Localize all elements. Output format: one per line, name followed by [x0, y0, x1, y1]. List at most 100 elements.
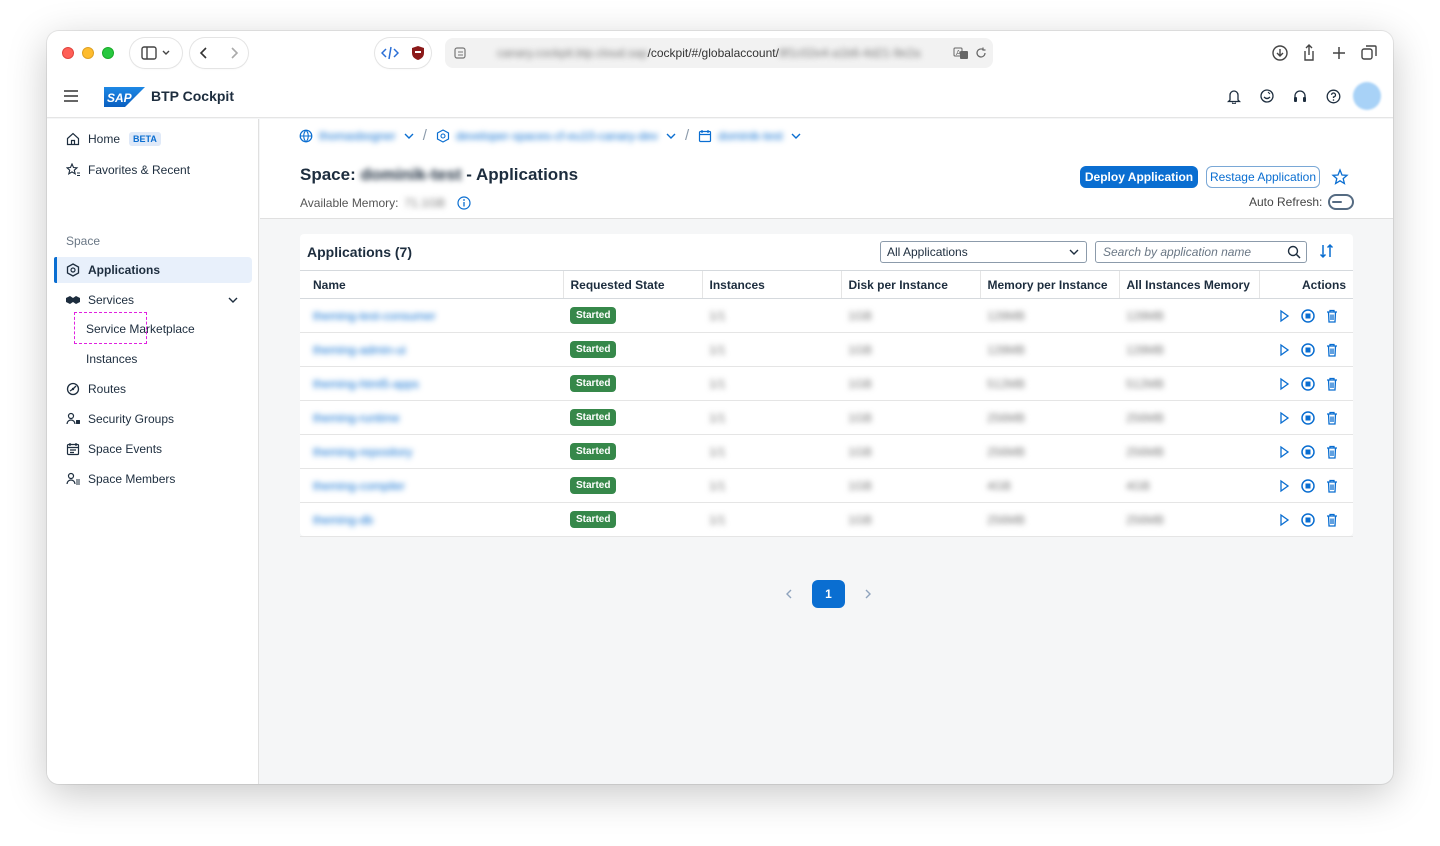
info-icon[interactable] [457, 196, 471, 210]
column-header-all-instances-memory[interactable]: All Instances Memory [1118, 270, 1259, 299]
applications-table-title: Applications (7) [307, 244, 413, 260]
application-filter-select[interactable]: All Applications [880, 241, 1087, 263]
start-icon[interactable] [1276, 478, 1292, 494]
start-icon[interactable] [1276, 308, 1292, 324]
browser-toolbar: canary.cockpit.btp.cloud.sap /cockpit/#/… [47, 31, 1393, 75]
support-headset-icon[interactable] [1293, 89, 1307, 104]
stop-icon[interactable] [1300, 308, 1316, 324]
back-icon[interactable] [196, 45, 212, 61]
page-settings-icon[interactable] [453, 46, 467, 60]
nav-item-home[interactable]: Home BETA [54, 126, 252, 152]
nav-item-security-groups[interactable]: Security Groups [54, 406, 252, 432]
forward-icon[interactable] [226, 45, 242, 61]
nav-item-applications[interactable]: Applications [54, 257, 252, 283]
address-bar[interactable]: canary.cockpit.btp.cloud.sap /cockpit/#/… [445, 38, 993, 68]
application-search-input[interactable]: Search by application name [1095, 241, 1307, 263]
nav-item-space-members[interactable]: Space Members [54, 466, 252, 492]
joule-assistant-icon[interactable] [1259, 89, 1275, 104]
table-row[interactable]: theming-admin-ui Started 1/1 1GB 128MB 128MB [300, 332, 1353, 367]
globe-icon [299, 129, 313, 143]
column-header-memory-per-instance[interactable]: Memory per Instance [979, 270, 1119, 299]
table-row[interactable]: theming-test-consumer Started 1/1 1GB 128MB 1… [300, 298, 1353, 333]
minimize-window-button[interactable] [82, 47, 94, 59]
start-icon[interactable] [1276, 410, 1292, 426]
breadcrumb-global-account[interactable]: thomasbogner [319, 129, 396, 143]
stop-icon[interactable] [1300, 512, 1316, 528]
start-icon[interactable] [1276, 376, 1292, 392]
search-icon[interactable] [1287, 245, 1301, 259]
zoom-window-button[interactable] [102, 47, 114, 59]
actions-cell [1259, 468, 1353, 503]
breadcrumb-space[interactable]: dominik-test [718, 129, 783, 143]
previous-page-button[interactable] [782, 587, 796, 601]
app-name-link[interactable]: theming-repository [300, 434, 563, 469]
app-name-link[interactable]: theming-compiler [300, 468, 563, 503]
shield-icon[interactable] [411, 45, 425, 61]
delete-icon[interactable] [1324, 444, 1340, 460]
breadcrumb-subaccount[interactable]: developer-spaces-cf-eu10-canary-dev [456, 129, 658, 143]
nav-item-space-events[interactable]: Space Events [54, 436, 252, 462]
delete-icon[interactable] [1324, 342, 1340, 358]
code-icon[interactable] [381, 45, 399, 61]
start-icon[interactable] [1276, 444, 1292, 460]
downloads-icon[interactable] [1270, 43, 1290, 63]
delete-icon[interactable] [1324, 376, 1340, 392]
delete-icon[interactable] [1324, 512, 1340, 528]
app-name-link[interactable]: theming-html5-apps [300, 366, 563, 401]
nav-item-services[interactable]: Services [54, 287, 252, 313]
sidebar-toggle-button[interactable] [130, 38, 182, 68]
chevron-down-icon[interactable] [404, 132, 414, 140]
app-name-link[interactable]: theming-admin-ui [300, 332, 563, 367]
nav-item-favorites[interactable]: Favorites & Recent [54, 157, 252, 183]
delete-icon[interactable] [1324, 410, 1340, 426]
tab-overview-icon[interactable] [1359, 43, 1379, 63]
table-row[interactable]: theming-repository Started 1/1 1GB 256MB 256M… [300, 434, 1353, 469]
stop-icon[interactable] [1300, 342, 1316, 358]
nav-space-members-label: Space Members [88, 472, 176, 486]
start-icon[interactable] [1276, 512, 1292, 528]
table-row[interactable]: theming-html5-apps Started 1/1 1GB 512MB 512M… [300, 366, 1353, 401]
table-row[interactable]: theming-runtime Started 1/1 1GB 256MB 256MB [300, 400, 1353, 435]
reload-icon[interactable] [975, 47, 987, 59]
sap-logo[interactable]: SAP [104, 87, 145, 107]
app-name-link[interactable]: theming-runtime [300, 400, 563, 435]
delete-icon[interactable] [1324, 308, 1340, 324]
stop-icon[interactable] [1300, 478, 1316, 494]
sort-icon[interactable] [1319, 243, 1335, 259]
close-window-button[interactable] [62, 47, 74, 59]
stop-icon[interactable] [1300, 410, 1316, 426]
chevron-down-icon[interactable] [666, 132, 676, 140]
stop-icon[interactable] [1300, 444, 1316, 460]
translate-icon[interactable]: A [953, 46, 969, 60]
delete-icon[interactable] [1324, 478, 1340, 494]
app-name-link[interactable]: theming-test-consumer [300, 298, 563, 333]
column-header-name[interactable]: Name [300, 270, 563, 299]
chevron-down-icon[interactable] [228, 296, 238, 304]
column-header-disk-per-instance[interactable]: Disk per Instance [840, 270, 980, 299]
start-icon[interactable] [1276, 342, 1292, 358]
chevron-down-icon[interactable] [791, 132, 801, 140]
auto-refresh-toggle[interactable] [1328, 194, 1355, 210]
next-page-button[interactable] [861, 587, 875, 601]
user-avatar[interactable] [1353, 82, 1381, 110]
notifications-icon[interactable] [1227, 89, 1241, 104]
help-icon[interactable] [1326, 89, 1341, 104]
stop-icon[interactable] [1300, 376, 1316, 392]
disk-cell: 1GB [841, 502, 980, 537]
column-header-requested-state[interactable]: Requested State [562, 270, 702, 299]
page-button-current[interactable]: 1 [812, 580, 845, 608]
table-row[interactable]: theming-db Started 1/1 1GB 256MB 256MB [300, 502, 1353, 537]
deploy-application-button[interactable]: Deploy Application [1080, 166, 1198, 188]
favorite-star-icon[interactable] [1331, 168, 1349, 186]
column-header-instances[interactable]: Instances [701, 270, 841, 299]
nav-item-instances[interactable]: Instances [86, 349, 137, 369]
product-title[interactable]: BTP Cockpit [151, 88, 234, 104]
new-tab-icon[interactable] [1329, 43, 1349, 63]
restage-application-button[interactable]: Restage Application [1206, 166, 1320, 188]
nav-item-routes[interactable]: Routes [54, 376, 252, 402]
table-row[interactable]: theming-compiler Started 1/1 1GB 4GB 4GB [300, 468, 1353, 503]
app-name-link[interactable]: theming-db [300, 502, 563, 537]
hamburger-menu-icon[interactable] [64, 90, 78, 102]
applications-card: Applications (7) All Applications Search… [300, 234, 1353, 537]
share-icon[interactable] [1299, 43, 1319, 63]
